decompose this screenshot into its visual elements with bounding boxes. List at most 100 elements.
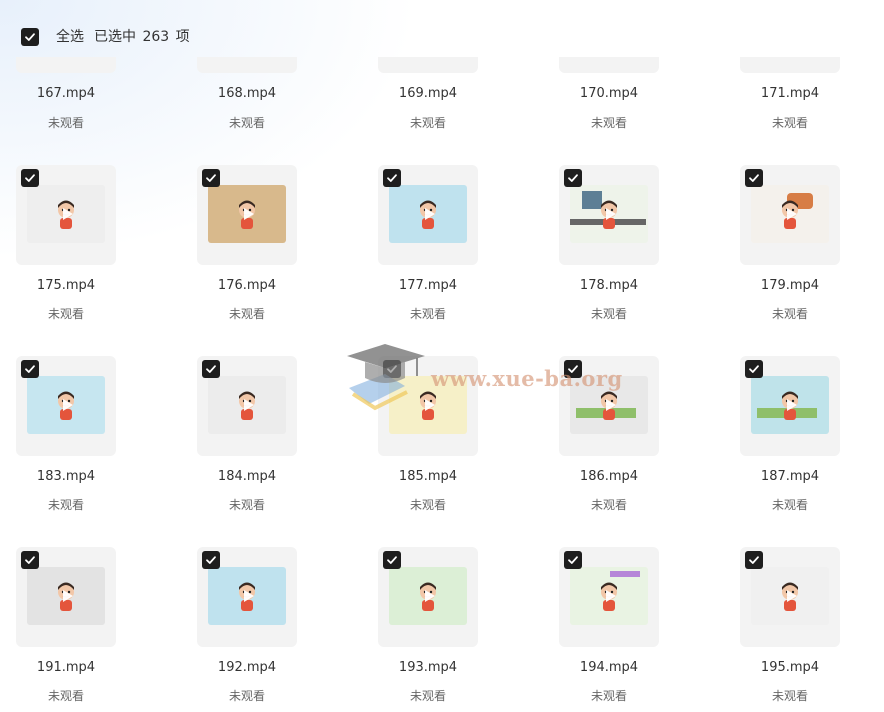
checkmark-icon (387, 556, 397, 564)
thumbnail-card[interactable] (378, 547, 478, 647)
file-name: 170.mp4 (579, 86, 639, 101)
play-icon[interactable] (787, 208, 797, 220)
video-thumbnail[interactable] (751, 185, 829, 243)
thumbnail-card[interactable] (16, 165, 116, 265)
thumbnail-card[interactable] (197, 57, 297, 73)
video-thumbnail[interactable] (570, 185, 648, 243)
watch-status: 未观看 (409, 689, 446, 703)
watch-status: 未观看 (771, 116, 808, 130)
video-thumbnail[interactable] (208, 376, 286, 434)
watch-status: 未观看 (228, 307, 265, 321)
thumbnail-card[interactable] (197, 165, 297, 265)
video-grid: 167.mp4 未观看 168.mp4 未观看 169.mp4 未观看 170.mp4 未观看… (0, 0, 884, 712)
file-name: 168.mp4 (217, 86, 277, 101)
thumbnail-card[interactable] (16, 547, 116, 647)
watch-status: 未观看 (590, 689, 627, 703)
play-icon[interactable] (63, 590, 73, 602)
item-checkbox[interactable] (564, 551, 582, 569)
item-checkbox[interactable] (383, 551, 401, 569)
watch-status: 未观看 (228, 689, 265, 703)
item-checkbox[interactable] (21, 169, 39, 187)
item-checkbox[interactable] (564, 360, 582, 378)
watch-status: 未观看 (590, 307, 627, 321)
file-name: 193.mp4 (398, 660, 458, 675)
file-name: 176.mp4 (217, 278, 277, 293)
file-name: 184.mp4 (217, 469, 277, 484)
play-icon[interactable] (425, 590, 435, 602)
play-icon[interactable] (63, 208, 73, 220)
thumbnail-card[interactable] (740, 165, 840, 265)
play-icon[interactable] (244, 208, 254, 220)
file-name: 185.mp4 (398, 469, 458, 484)
item-checkbox[interactable] (745, 169, 763, 187)
video-thumbnail[interactable] (27, 185, 105, 243)
video-thumbnail[interactable] (389, 567, 467, 625)
checkmark-icon (387, 174, 397, 182)
file-name: 169.mp4 (398, 86, 458, 101)
watch-status: 未观看 (47, 307, 84, 321)
watch-status: 未观看 (228, 498, 265, 512)
checkmark-icon (749, 365, 759, 373)
item-checkbox[interactable] (383, 360, 401, 378)
video-thumbnail[interactable] (27, 567, 105, 625)
video-thumbnail[interactable] (751, 376, 829, 434)
item-checkbox[interactable] (564, 169, 582, 187)
checkmark-icon (25, 365, 35, 373)
thumbnail-card[interactable] (16, 356, 116, 456)
video-thumbnail[interactable] (208, 185, 286, 243)
thumbnail-card[interactable] (378, 57, 478, 73)
thumbnail-card[interactable] (16, 57, 116, 73)
checkmark-icon (749, 556, 759, 564)
video-thumbnail[interactable] (389, 185, 467, 243)
play-icon[interactable] (63, 399, 73, 411)
item-checkbox[interactable] (202, 360, 220, 378)
item-checkbox[interactable] (21, 551, 39, 569)
thumbnail-card[interactable] (197, 547, 297, 647)
file-name: 194.mp4 (579, 660, 639, 675)
item-checkbox[interactable] (21, 360, 39, 378)
thumbnail-card[interactable] (559, 356, 659, 456)
play-icon[interactable] (425, 399, 435, 411)
file-name: 179.mp4 (760, 278, 820, 293)
video-thumbnail[interactable] (570, 567, 648, 625)
item-checkbox[interactable] (745, 551, 763, 569)
video-thumbnail[interactable] (570, 376, 648, 434)
play-icon[interactable] (787, 590, 797, 602)
watch-status: 未观看 (409, 307, 446, 321)
video-thumbnail[interactable] (389, 376, 467, 434)
thumbnail-card[interactable] (559, 165, 659, 265)
watch-status: 未观看 (409, 498, 446, 512)
thumbnail-card[interactable] (378, 165, 478, 265)
file-name: 167.mp4 (36, 86, 96, 101)
file-name: 178.mp4 (579, 278, 639, 293)
item-checkbox[interactable] (745, 360, 763, 378)
play-icon[interactable] (606, 590, 616, 602)
thumbnail-card[interactable] (740, 356, 840, 456)
play-icon[interactable] (425, 208, 435, 220)
video-thumbnail[interactable] (27, 376, 105, 434)
thumbnail-card[interactable] (559, 57, 659, 73)
file-name: 191.mp4 (36, 660, 96, 675)
thumbnail-card[interactable] (559, 547, 659, 647)
video-thumbnail[interactable] (751, 567, 829, 625)
file-name: 183.mp4 (36, 469, 96, 484)
thumbnail-card[interactable] (740, 547, 840, 647)
file-name: 186.mp4 (579, 469, 639, 484)
thumbnail-card[interactable] (740, 57, 840, 73)
play-icon[interactable] (606, 208, 616, 220)
play-icon[interactable] (244, 590, 254, 602)
checkmark-icon (206, 556, 216, 564)
play-icon[interactable] (606, 399, 616, 411)
item-checkbox[interactable] (202, 169, 220, 187)
play-icon[interactable] (244, 399, 254, 411)
item-checkbox[interactable] (202, 551, 220, 569)
thumbnail-card[interactable] (197, 356, 297, 456)
file-name: 175.mp4 (36, 278, 96, 293)
checkmark-icon (568, 556, 578, 564)
file-name: 171.mp4 (760, 86, 820, 101)
item-checkbox[interactable] (383, 169, 401, 187)
video-thumbnail[interactable] (208, 567, 286, 625)
thumbnail-card[interactable] (378, 356, 478, 456)
play-icon[interactable] (787, 399, 797, 411)
checkmark-icon (25, 174, 35, 182)
